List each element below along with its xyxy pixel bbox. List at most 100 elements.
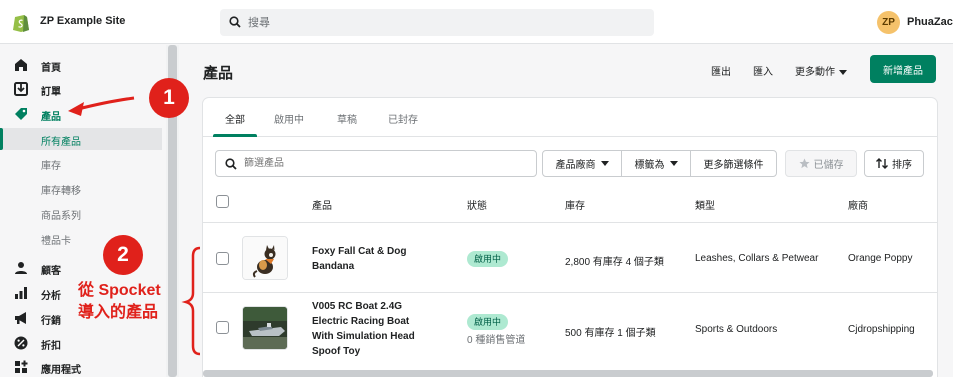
sidebar-subitem-all-products[interactable]: 所有產品 [0, 128, 162, 150]
status-badge: 啟用中 [467, 314, 509, 330]
column-header-vendor[interactable]: 廠商 [848, 197, 868, 212]
sidebar-item-label: 訂單 [41, 87, 61, 98]
row-checkbox[interactable] [216, 252, 229, 265]
sidebar-item-label: 分析 [41, 291, 61, 302]
sidebar-item-discounts[interactable]: 折扣 [0, 331, 162, 355]
cat-image-icon [243, 237, 287, 279]
annotation-step-1: 1 [149, 78, 189, 118]
avatar[interactable]: ZP [877, 11, 900, 34]
column-header-product[interactable]: 產品 [312, 197, 332, 212]
more-actions-button[interactable]: 更多動作 [795, 63, 847, 78]
type-cell: Leashes, Collars & Petwear [695, 253, 819, 264]
product-name[interactable]: V005 RC Boat 2.4G Electric Racing Boat W… [312, 299, 420, 359]
more-filters-button[interactable]: 更多篩選條件 [690, 150, 777, 177]
product-thumbnail-boat[interactable] [242, 306, 288, 350]
sidebar-subitem-label: 庫存轉移 [41, 186, 81, 197]
add-product-button[interactable]: 新增產品 [870, 55, 936, 83]
sidebar-subitem-transfers[interactable]: 庫存轉移 [0, 177, 162, 199]
divider [203, 222, 937, 223]
more-actions-label: 更多動作 [795, 67, 835, 78]
annotation-caption-line1: 從 Spocket [78, 282, 161, 299]
inventory-cell: 500 有庫存 1 個子類 [565, 328, 656, 339]
orders-icon [14, 82, 28, 96]
apps-icon [15, 360, 28, 373]
sidebar-subitem-inventory[interactable]: 庫存 [0, 152, 162, 174]
import-button[interactable]: 匯入 [753, 63, 773, 78]
sales-channels-note: 0 種銷售管道 [467, 335, 526, 346]
shopify-logo-icon[interactable] [12, 12, 30, 32]
sidebar-item-label: 首頁 [41, 63, 61, 74]
discount-icon [14, 336, 28, 350]
vendor-cell: Orange Poppy [848, 253, 913, 264]
column-header-type[interactable]: 類型 [695, 197, 715, 212]
top-bar: ZP Example Site ZP PhuaZac [0, 0, 953, 44]
filter-input[interactable] [244, 156, 529, 171]
sort-button[interactable]: 排序 [864, 150, 924, 177]
megaphone-icon [15, 312, 26, 324]
sort-label: 排序 [892, 160, 912, 171]
star-icon [798, 158, 810, 169]
product-name[interactable]: Foxy Fall Cat & Dog Bandana [312, 244, 420, 274]
row-checkbox[interactable] [216, 321, 229, 334]
export-button[interactable]: 匯出 [711, 63, 731, 78]
products-card: 全部 啟用中 草稿 已封存 產品廠商 標籤為 更多篩選條件 已儲存 排序 產品 … [203, 98, 937, 377]
person-icon [15, 262, 27, 274]
annotation-brace [181, 246, 201, 356]
bar-chart-icon [15, 287, 27, 299]
vendor-cell: Cjdropshipping [848, 324, 915, 335]
boat-image-icon [243, 307, 287, 349]
select-all-checkbox[interactable] [216, 195, 229, 208]
sidebar-item-label: 顧客 [41, 266, 61, 277]
vendor-filter-button[interactable]: 產品廠商 [542, 150, 622, 177]
sidebar: 首頁 訂單 產品 所有產品 庫存 庫存轉移 商品系列 禮品卡 顧客 分析 行銷 … [0, 45, 166, 377]
search-icon [225, 158, 237, 170]
global-search[interactable] [220, 9, 654, 36]
tag-icon [15, 108, 27, 120]
sidebar-subitem-label: 庫存 [41, 161, 61, 172]
sidebar-item-products[interactable]: 產品 [0, 102, 162, 126]
search-icon [229, 16, 241, 28]
sidebar-item-home[interactable]: 首頁 [0, 53, 162, 77]
more-filters-label: 更多篩選條件 [703, 160, 764, 171]
username[interactable]: PhuaZac [907, 16, 953, 28]
column-header-status[interactable]: 狀態 [467, 197, 487, 212]
page-title: 產品 [203, 65, 234, 82]
sidebar-item-label: 折扣 [41, 341, 61, 352]
sidebar-item-orders[interactable]: 訂單 [0, 77, 162, 101]
tab-active[interactable]: 啟用中 [274, 111, 304, 126]
sidebar-item-label: 產品 [41, 112, 61, 123]
type-cell: Sports & Outdoors [695, 324, 778, 335]
column-header-inventory[interactable]: 庫存 [565, 197, 585, 212]
sidebar-item-apps[interactable]: 應用程式 [0, 355, 162, 377]
tagged-filter-label: 標籤為 [634, 160, 665, 171]
tab-all[interactable]: 全部 [225, 111, 245, 126]
site-name[interactable]: ZP Example Site [40, 15, 125, 27]
tab-draft[interactable]: 草稿 [337, 111, 357, 126]
active-tab-indicator [213, 134, 257, 137]
filter-products[interactable] [215, 150, 537, 177]
sidebar-subitem-label: 商品系列 [41, 211, 81, 222]
sidebar-subitem-label: 禮品卡 [41, 236, 71, 247]
annotation-caption: 從 Spocket 導入的產品 [78, 280, 161, 324]
annotation-caption-line2: 導入的產品 [78, 304, 159, 321]
sidebar-subitem-collections[interactable]: 商品系列 [0, 202, 162, 224]
saved-button[interactable]: 已儲存 [785, 150, 857, 177]
sidebar-subitem-label: 所有產品 [41, 137, 81, 148]
home-icon [15, 59, 27, 71]
caret-down-icon [600, 161, 609, 166]
status-tabs: 全部 啟用中 草稿 已封存 [203, 98, 937, 137]
product-thumbnail-cat[interactable] [242, 236, 288, 280]
inventory-cell: 2,800 有庫存 4 個子類 [565, 257, 664, 268]
vendor-filter-label: 產品廠商 [555, 160, 596, 171]
saved-label: 已儲存 [813, 160, 844, 171]
caret-down-icon [669, 161, 678, 166]
tab-archived[interactable]: 已封存 [388, 111, 418, 126]
caret-down-icon [839, 69, 847, 75]
tagged-filter-button[interactable]: 標籤為 [621, 150, 691, 177]
table-horizontal-scrollbar[interactable] [203, 370, 933, 377]
search-input[interactable] [248, 14, 638, 31]
sidebar-item-label: 應用程式 [41, 365, 81, 376]
divider [203, 292, 937, 293]
status-badge: 啟用中 [467, 251, 509, 267]
sidebar-item-label: 行銷 [41, 316, 61, 327]
